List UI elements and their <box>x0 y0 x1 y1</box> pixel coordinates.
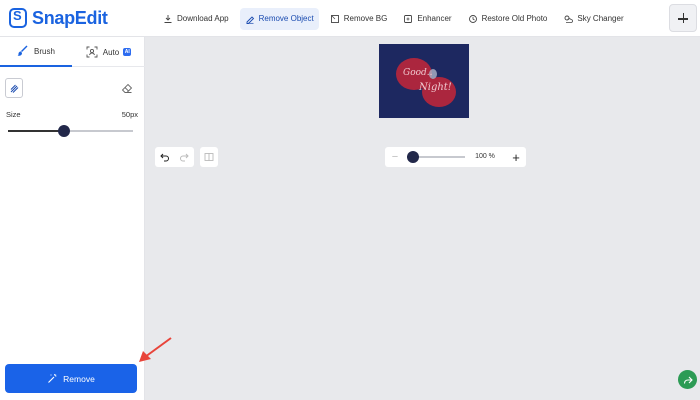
magic-wand-icon <box>48 374 57 383</box>
redo-button[interactable] <box>175 147 195 167</box>
nav-remove-object[interactable]: Remove Object <box>239 7 319 30</box>
edited-image[interactable]: Good.. Night! <box>379 44 469 118</box>
eraser-icon <box>121 83 133 93</box>
annotation-arrow <box>139 337 172 362</box>
add-button[interactable] <box>669 4 697 32</box>
snapedit-logo[interactable]: SnapEdit <box>9 7 108 29</box>
tool-panel: Brush Auto AI Size 50px Remove <box>0 37 145 400</box>
nav-label: Download App <box>177 14 229 23</box>
zoom-out-button[interactable]: − <box>389 147 401 167</box>
nav-label: Enhancer <box>417 14 452 23</box>
undo-button[interactable] <box>155 147 175 167</box>
image-text-night: Night! <box>418 82 452 93</box>
zoom-thumb[interactable] <box>407 151 419 163</box>
nav-restore-old-photo[interactable]: Restore Old Photo <box>463 8 553 30</box>
top-bar: SnapEdit Download App Remove Object Remo… <box>0 0 700 37</box>
history-controls <box>155 147 194 167</box>
image-canvas: Good.. Night! <box>379 44 469 118</box>
nav-label: Restore Old Photo <box>481 14 548 23</box>
tool-tabs: Brush Auto AI <box>0 37 145 67</box>
nav-enhancer[interactable]: Enhancer <box>398 8 456 30</box>
face-scan-icon <box>86 46 98 58</box>
remove-bg-icon <box>330 14 339 23</box>
zoom-in-button[interactable]: + <box>509 147 523 167</box>
nav-download-app[interactable]: Download App <box>158 8 234 30</box>
share-icon <box>683 376 693 384</box>
main-nav: Download App Remove Object Remove BG Enh… <box>158 0 629 37</box>
tab-brush[interactable]: Brush <box>0 37 72 67</box>
brush-stroke-icon <box>10 84 18 93</box>
zoom-level: 100 % <box>475 153 495 160</box>
remove-button[interactable]: Remove <box>5 364 137 393</box>
redo-icon <box>180 153 189 162</box>
tab-auto-label: Auto <box>102 47 120 57</box>
brush-icon <box>17 45 28 56</box>
sky-icon <box>564 15 574 23</box>
zoom-control: − 100 % + <box>385 147 526 167</box>
size-value: 50px <box>121 110 138 119</box>
logo-icon <box>9 8 27 28</box>
nav-sky-changer[interactable]: Sky Changer <box>558 8 628 30</box>
nav-remove-bg[interactable]: Remove BG <box>325 8 393 30</box>
nav-label: Sky Changer <box>577 14 624 23</box>
enhancer-icon <box>404 14 413 23</box>
share-button[interactable] <box>678 370 697 389</box>
slider-thumb[interactable] <box>58 125 71 137</box>
logo-text: SnapEdit <box>32 7 108 28</box>
compare-button[interactable] <box>200 147 218 167</box>
undo-icon <box>160 153 169 162</box>
eraser-button[interactable] <box>118 78 136 98</box>
nav-label: Remove Object <box>258 14 314 23</box>
restore-icon <box>468 14 477 23</box>
brush-size-slider[interactable] <box>8 125 133 137</box>
eraser-pen-icon <box>246 15 254 24</box>
image-text-good: Good.. <box>403 68 433 78</box>
nav-label: Remove BG <box>343 14 388 23</box>
brush-mode-button[interactable] <box>5 78 23 98</box>
slider-fill <box>8 130 65 132</box>
tab-brush-label: Brush <box>34 46 55 56</box>
tab-auto[interactable]: Auto AI <box>72 37 145 67</box>
zoom-slider[interactable] <box>407 151 465 163</box>
ai-badge: AI <box>123 48 132 56</box>
size-label: Size <box>6 110 21 119</box>
download-icon <box>164 14 172 23</box>
remove-label: Remove <box>63 373 95 384</box>
compare-icon <box>204 153 214 161</box>
